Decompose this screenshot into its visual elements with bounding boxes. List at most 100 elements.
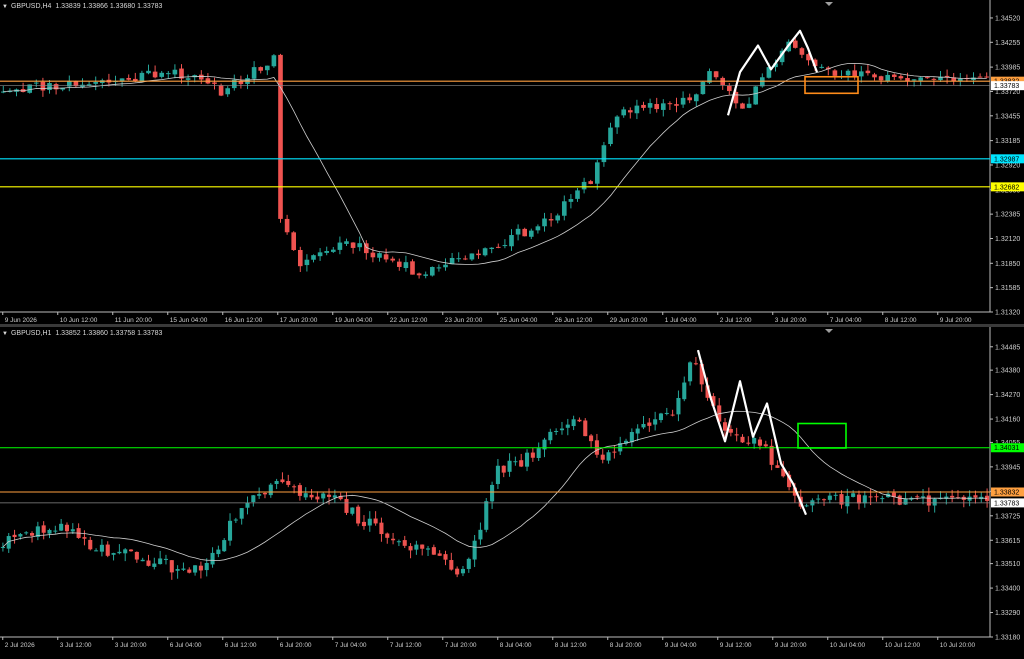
low-value: 1.33758 — [109, 330, 136, 337]
candle-body — [897, 495, 902, 505]
x-tick-label: 9 Jul 20:00 — [940, 317, 972, 324]
candle-body — [612, 451, 617, 453]
candle-body — [53, 530, 58, 532]
candle-body — [456, 258, 462, 260]
candle-body — [99, 544, 104, 552]
candle-body — [693, 94, 699, 102]
candle-body — [337, 242, 343, 250]
candle-body — [746, 442, 751, 444]
x-tick-label: 10 Jul 04:00 — [830, 642, 866, 649]
candle-body — [647, 103, 653, 108]
candle-body — [383, 254, 389, 260]
candle-body — [482, 248, 488, 256]
candle-body — [575, 190, 580, 199]
candle-body — [495, 246, 501, 248]
candle-body — [88, 539, 93, 550]
candle-body — [865, 70, 871, 74]
candle-body — [297, 249, 303, 267]
symbol-timeframe: GBPUSD,H1 — [10, 330, 52, 337]
candle-body — [436, 267, 442, 269]
x-tick-label: 2 Jul 2026 — [5, 642, 35, 649]
collapse-triangle-icon[interactable]: ▼ — [2, 4, 8, 10]
candle-body — [821, 499, 827, 501]
x-tick-label: 15 Jun 04:00 — [170, 317, 208, 324]
candle-body — [291, 232, 297, 251]
candle-body — [315, 496, 320, 500]
candle-body — [367, 518, 372, 526]
candle-body — [105, 544, 110, 556]
candle-body — [530, 452, 535, 458]
candle-body — [311, 255, 316, 260]
candle-body — [654, 104, 660, 110]
candle-body — [513, 461, 518, 463]
y-tick-label: 1.33290 — [995, 610, 1020, 617]
candle-body — [303, 493, 308, 498]
candle-body — [528, 230, 534, 237]
x-tick-label: 7 Jul 20:00 — [445, 642, 477, 649]
candle-body — [647, 422, 652, 426]
level-price-label: 1.33783 — [994, 500, 1019, 507]
candle-body — [588, 181, 594, 184]
candle-body — [634, 105, 640, 114]
candle-body — [198, 74, 204, 80]
x-tick-label: 6 Jul 20:00 — [280, 642, 312, 649]
candle-body — [181, 568, 186, 570]
candle-body — [204, 562, 209, 571]
candle-body — [251, 495, 256, 503]
candle-body — [589, 435, 594, 442]
candle-body — [502, 245, 508, 247]
candle-body — [41, 525, 46, 533]
candle-body — [660, 103, 666, 110]
level-price-label: 1.33783 — [994, 83, 1019, 90]
candle-body — [880, 498, 885, 500]
x-tick-label: 29 Jun 20:00 — [610, 317, 648, 324]
candle-body — [799, 48, 805, 55]
candle-body — [443, 264, 448, 268]
price-chart-h1[interactable]: 1.344851.343801.342701.341601.340551.339… — [0, 327, 1024, 654]
scroll-marker-icon — [825, 2, 833, 6]
chart-pane-h1[interactable]: ▼ GBPUSD,H1 1.33852 1.33860 1.33758 1.337… — [0, 327, 1024, 654]
candle-body — [396, 261, 402, 267]
candle-body — [674, 104, 679, 106]
price-chart-h4[interactable]: 1.345201.342551.339851.337201.334551.331… — [0, 0, 1024, 324]
candle-body — [169, 560, 174, 573]
candle-body — [713, 71, 719, 78]
candle-body — [687, 97, 693, 101]
x-tick-label: 8 Jul 20:00 — [610, 642, 642, 649]
candle-body — [123, 549, 128, 554]
candle-body — [664, 412, 669, 414]
candle-body — [222, 540, 227, 552]
chart-pane-h4[interactable]: ▼ GBPUSD,H4 1.33839 1.33866 1.33680 1.337… — [0, 0, 1024, 324]
candle-body — [775, 465, 780, 468]
candle-body — [257, 494, 262, 496]
candle-body — [524, 452, 530, 467]
candle-body — [920, 496, 926, 498]
candle-body — [891, 74, 897, 77]
candle-body — [321, 493, 326, 499]
candle-body — [292, 486, 297, 488]
candle-body — [752, 438, 757, 444]
x-tick-label: 9 Jul 20:00 — [775, 642, 807, 649]
candle-body — [258, 67, 264, 71]
collapse-triangle-icon[interactable]: ▼ — [2, 331, 8, 337]
candle-body — [484, 501, 489, 530]
candle-body — [128, 549, 134, 552]
annotation-box — [797, 422, 847, 449]
candle-body — [984, 76, 990, 78]
candle-body — [297, 485, 302, 496]
candle-body — [70, 529, 75, 532]
candle-body — [47, 83, 52, 91]
candle-body — [423, 274, 429, 276]
candle-body — [753, 86, 759, 105]
candle-body — [350, 507, 355, 514]
annotation-box — [804, 75, 859, 95]
candle-body — [734, 434, 739, 436]
candle-body — [868, 496, 873, 498]
chart-header-h1: ▼ GBPUSD,H1 1.33852 1.33860 1.33758 1.337… — [2, 330, 162, 337]
candle-body — [93, 82, 99, 84]
drawn-pattern-line — [696, 349, 808, 516]
candle-body — [410, 261, 415, 275]
y-tick-label: 1.33985 — [995, 65, 1020, 72]
candle-body — [832, 70, 838, 76]
candles — [0, 357, 990, 580]
